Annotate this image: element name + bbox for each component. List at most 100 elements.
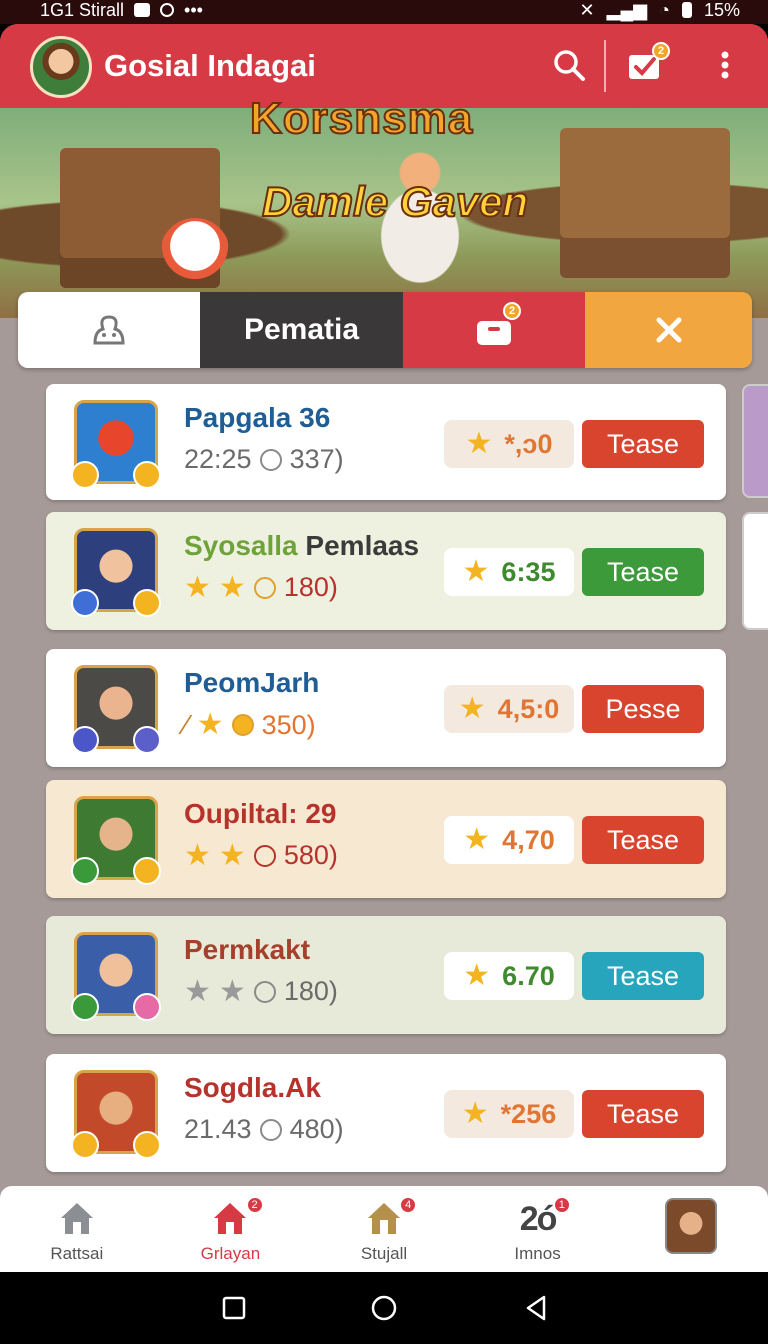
tease-button[interactable]: Tease — [582, 1090, 704, 1138]
player-card[interactable]: Sogdla.Ak 21.43 480) ★ *256 Tease — [46, 1054, 726, 1172]
player-name: Permkakt — [184, 934, 311, 965]
score-pill: ★ 4,5:0 — [444, 685, 574, 733]
tease-button[interactable]: Tease — [582, 548, 704, 596]
coin-value: 337) — [289, 444, 344, 474]
pesse-button[interactable]: Pesse — [582, 685, 704, 733]
score-pill: ★ *,ɔ0 — [444, 420, 574, 468]
app-notification-icon — [160, 3, 175, 17]
banner-logo-text: Korsnsma — [249, 93, 474, 144]
nav-item-profile[interactable] — [614, 1186, 768, 1272]
coin-value: 180) — [283, 572, 338, 602]
player-stats: 21.43 480) — [184, 1114, 344, 1145]
rank-badge-icon — [71, 857, 99, 885]
player-avatar — [71, 1070, 161, 1159]
app-window: Gosial Indagai 2 Korsnsma Damle Gaven Pe… — [0, 24, 768, 1272]
star-icon: ★ — [196, 708, 224, 741]
tab-pematia[interactable]: Pematia — [200, 292, 403, 368]
coin-icon — [253, 980, 276, 1003]
house-active-icon — [214, 1203, 247, 1234]
nav-label: Imnos — [514, 1244, 561, 1263]
nav-item-imnos[interactable]: 2ó 1 Imnos — [461, 1186, 615, 1272]
star-icon: ★ — [218, 838, 246, 872]
nav-badge: 2 — [245, 1196, 264, 1214]
tab-profile[interactable] — [18, 292, 200, 368]
coin-icon — [259, 448, 282, 471]
player-name: Oupiltal: 29 — [184, 798, 337, 829]
tab-bar: Pematia 2 — [18, 292, 752, 368]
search-button[interactable] — [546, 42, 592, 88]
nav-badge: 1 — [552, 1196, 571, 1214]
nav-label: Stujall — [360, 1244, 408, 1263]
status-bar-right: ✕ ▂▄▆ ◔ 15% — [580, 0, 740, 20]
scroll-icon: ⁄ — [184, 709, 189, 740]
player-card[interactable]: Papgala 36 22:25 337) ★ *,ɔ0 Tease — [46, 384, 726, 500]
coin-icon — [259, 1118, 282, 1141]
nav-item-home[interactable]: Rattsai — [0, 1186, 154, 1272]
app-title: Gosial Indagai — [104, 48, 316, 83]
profile-avatar[interactable] — [30, 36, 92, 98]
back-icon[interactable] — [522, 1294, 550, 1322]
coin-icon — [253, 844, 276, 867]
player-card[interactable]: Oupiltal: 29 ★ ★ 580) ★ 4,70 Tease — [46, 780, 726, 898]
player-card[interactable]: PeomJarh ⁄ ★ 350) ★ 4,5:0 Pesse — [46, 649, 726, 767]
player-avatar — [71, 665, 161, 754]
rank-badge-icon — [71, 1131, 99, 1159]
game-banner[interactable]: Korsnsma Damle Gaven — [0, 93, 768, 318]
player-name-last: Pemlaas — [297, 530, 420, 561]
player-name: Sogdla.Ak — [184, 1072, 321, 1103]
star-icon: ★ — [218, 570, 246, 604]
coin-icon — [253, 576, 276, 599]
star-icon: ★ — [463, 823, 491, 856]
more-menu-button[interactable] — [702, 42, 748, 88]
tease-button[interactable]: Tease — [582, 816, 704, 864]
player-avatar — [71, 796, 161, 885]
player-name: PeomJarh — [184, 667, 320, 698]
tab-close[interactable] — [585, 292, 752, 368]
level-badge-icon — [133, 589, 161, 617]
nav-item-grlayan[interactable]: 2 Grlayan — [154, 1186, 308, 1272]
player-name: Syosalla Pemlaas — [184, 530, 419, 562]
star-icon: ★ — [184, 838, 211, 872]
home-circle-icon[interactable] — [370, 1294, 398, 1322]
recents-icon[interactable] — [220, 1294, 248, 1322]
star-icon: ★ — [462, 555, 490, 588]
banner-title: Damle Gaven — [261, 177, 529, 226]
star-outline-icon: ★ — [184, 974, 211, 1008]
system-nav-bar — [0, 1272, 768, 1344]
score-value: 6.70 — [502, 960, 555, 991]
tease-button[interactable]: Tease — [582, 420, 704, 468]
level-badge-icon — [133, 993, 161, 1021]
signal-icon: ▂▄▆ — [606, 0, 648, 20]
nav-item-stujall[interactable]: 4 Stujall — [307, 1186, 461, 1272]
home-icon — [60, 1203, 93, 1234]
status-bar-left: 1G1 Stirall ••• — [40, 0, 203, 20]
level-badge-icon — [133, 726, 161, 754]
side-peek-card[interactable] — [742, 384, 768, 498]
player-card[interactable]: Syosalla Pemlaas ★ ★ 180) ★ 6:35 Tease — [46, 512, 726, 630]
notification-icon — [134, 3, 151, 17]
inbox-button[interactable]: 2 — [622, 42, 670, 88]
battery-icon — [681, 2, 692, 18]
player-avatar — [71, 528, 161, 617]
star-icon: ★ — [458, 692, 486, 725]
player-time: 21.43 — [184, 1114, 252, 1144]
score-value: *256 — [500, 1098, 557, 1129]
tease-button[interactable]: Tease — [582, 952, 704, 1000]
player-time: 22:25 — [184, 444, 252, 474]
wifi-icon: ◔ — [659, 0, 670, 20]
profile-avatar-icon — [665, 1198, 718, 1254]
tab-wallet[interactable]: 2 — [403, 292, 585, 368]
star-icon: ★ — [463, 959, 491, 992]
mute-icon: ✕ — [579, 0, 595, 20]
nav-label: Grlayan — [200, 1244, 261, 1263]
coin-value: 180) — [283, 976, 338, 1006]
close-icon — [656, 317, 681, 343]
player-stats: ★ ★ 180) — [184, 572, 338, 603]
player-stats: 22:25 337) — [184, 444, 344, 475]
player-name: Papgala 36 — [184, 402, 331, 433]
side-peek-card[interactable] — [742, 512, 768, 630]
coin-value: 350) — [261, 709, 316, 740]
star-icon: ★ — [465, 427, 493, 460]
player-card[interactable]: Permkakt ★ ★ 180) ★ 6.70 Tease — [46, 916, 726, 1034]
player-stats: ⁄ ★ 350) — [184, 709, 316, 741]
